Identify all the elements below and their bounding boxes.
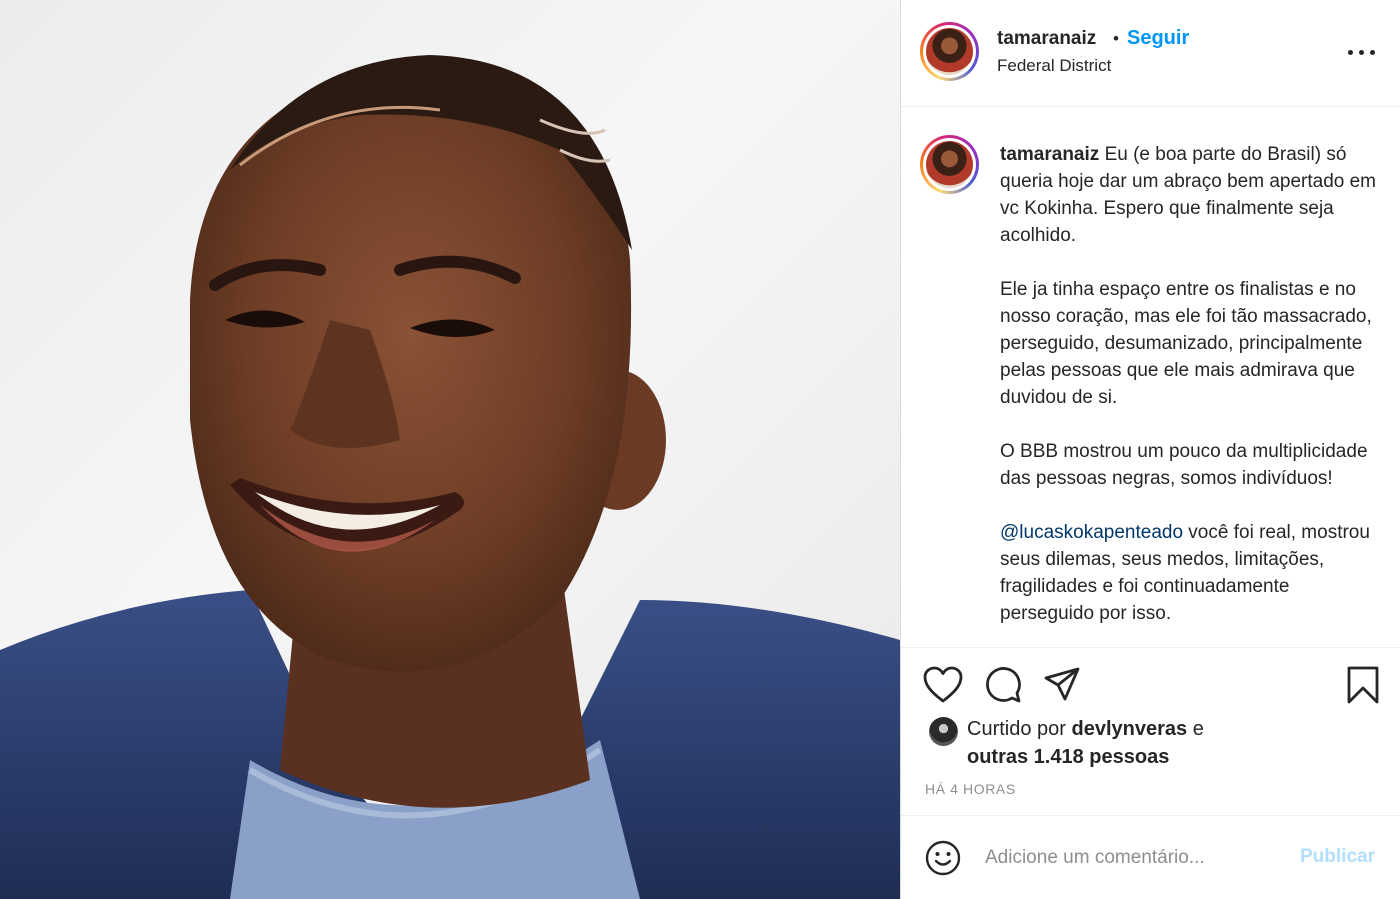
post-sidebar: tamaranaiz • Seguir Federal District tam…: [900, 0, 1400, 899]
comment-input[interactable]: [985, 843, 1285, 873]
liker-avatar[interactable]: [929, 717, 958, 746]
bookmark-icon[interactable]: [1345, 665, 1381, 705]
heart-icon[interactable]: [923, 666, 963, 704]
author-username[interactable]: tamaranaiz: [997, 28, 1096, 50]
likes-others-link[interactable]: outras 1.418 pessoas: [967, 746, 1169, 768]
paper-plane-icon[interactable]: [1043, 666, 1081, 704]
post-header: tamaranaiz • Seguir Federal District: [901, 0, 1400, 107]
likes-summary: Curtido por devlynveras e outras 1.418 p…: [967, 715, 1204, 771]
post-timestamp[interactable]: HÁ 4 HORAS: [925, 781, 1016, 797]
comment-icon[interactable]: [984, 666, 1022, 704]
post-image[interactable]: [0, 0, 900, 899]
caption-author-avatar[interactable]: [920, 135, 979, 194]
caption-username[interactable]: tamaranaiz: [1000, 144, 1099, 165]
caption-text: tamaranaiz Eu (e boa parte do Brasil) só…: [1000, 141, 1380, 647]
separator-dot: •: [1113, 29, 1119, 48]
post-caption: tamaranaiz Eu (e boa parte do Brasil) só…: [901, 107, 1400, 647]
post-location[interactable]: Federal District: [997, 56, 1111, 76]
likes-prefix: Curtido por: [967, 718, 1072, 740]
liked-by-username[interactable]: devlynveras: [1072, 718, 1188, 740]
comment-form: Publicar: [901, 815, 1400, 899]
smiley-icon[interactable]: [925, 840, 961, 876]
caption-paragraph-2: Ele ja tinha espaço entre os finalistas …: [1000, 279, 1372, 408]
caption-paragraph-3: O BBB mostrou um pouco da multiplicidade…: [1000, 441, 1368, 489]
caption-mention[interactable]: @lucaskokapenteado: [1000, 522, 1183, 543]
portrait-illustration: [0, 55, 900, 899]
likes-conjunction: e: [1187, 718, 1204, 740]
more-options-icon[interactable]: [1347, 45, 1377, 61]
author-avatar[interactable]: [920, 22, 979, 81]
post-actions: Curtido por devlynveras e outras 1.418 p…: [901, 647, 1400, 815]
publish-button[interactable]: Publicar: [1300, 846, 1375, 868]
follow-button[interactable]: Seguir: [1127, 27, 1189, 50]
